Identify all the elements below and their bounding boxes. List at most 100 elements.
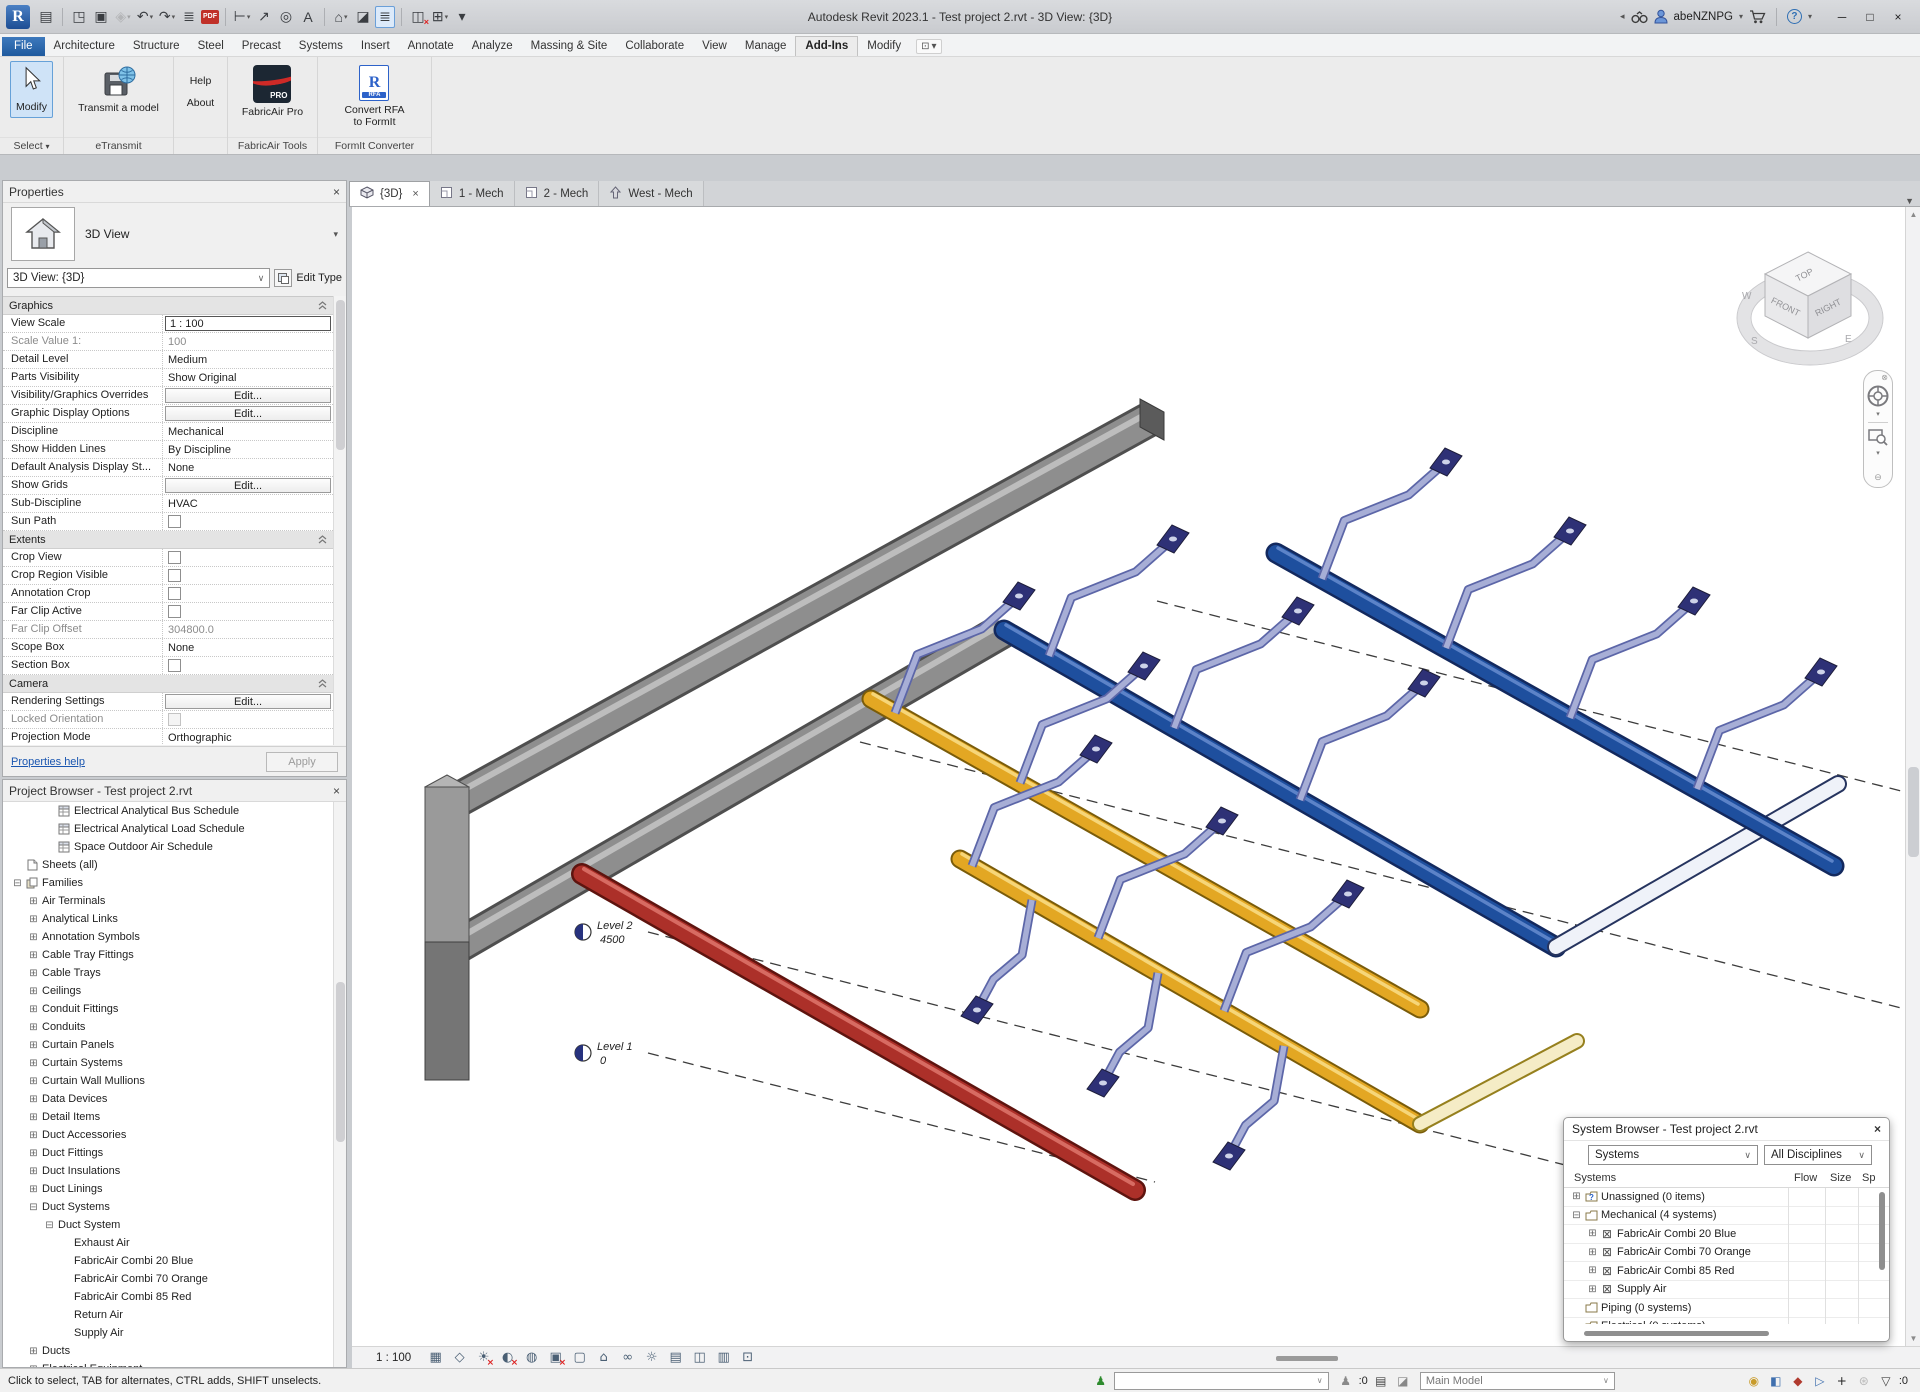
select-pinned-icon[interactable]: ▷ [1811,1374,1829,1388]
properties-close-icon[interactable]: × [333,185,340,199]
property-row[interactable]: Crop View [3,549,333,567]
view-tab-close-icon[interactable]: × [412,188,418,200]
reveal-hidden-elements-icon[interactable]: ☼ [641,1349,662,1367]
project-browser-scrollbar[interactable] [333,802,346,1367]
tree-expander-icon[interactable]: ⊞ [27,896,40,907]
checkbox[interactable] [168,551,181,564]
property-row[interactable]: Show Hidden LinesBy Discipline [3,441,333,459]
property-value[interactable]: Edit... [163,477,333,494]
tree-item[interactable]: FabricAir Combi 20 Blue [3,1252,333,1270]
ribbon-tab-annotate[interactable]: Annotate [399,37,463,56]
view-type-dropdown[interactable]: 3D View: {3D} ∨ [7,268,270,288]
property-row[interactable]: Default Analysis Display St...None [3,459,333,477]
system-browser-hscroll-thumb[interactable] [1584,1331,1769,1336]
tree-expander-icon[interactable]: ⊞ [27,1004,40,1015]
editable-only-icon[interactable]: ◉ [1745,1374,1763,1388]
property-value[interactable] [163,549,333,566]
snaps-icon[interactable]: ⊛ [1855,1374,1873,1388]
exclude-options-icon[interactable]: ◧ [1767,1374,1785,1388]
branch-duct[interactable] [1213,1046,1284,1170]
tree-expander-icon[interactable]: ⊞ [27,1184,40,1195]
property-row[interactable]: Detail LevelMedium [3,351,333,369]
section-icon[interactable]: ◪ [353,6,373,28]
property-value[interactable]: Edit... [163,387,333,404]
branch-ducts-and-diffusers[interactable] [895,448,1837,1170]
tree-expander-icon[interactable]: ⊞ [27,986,40,997]
panel-footer-etransmit[interactable]: eTransmit [64,137,173,154]
tree-item[interactable]: ⊞Duct Linings [3,1180,333,1198]
properties-section-header[interactable]: Graphics [3,297,333,315]
property-value[interactable]: Mechanical [163,423,333,440]
branch-duct[interactable] [1300,669,1440,800]
tree-expander-icon[interactable]: ⊟ [1570,1210,1583,1221]
tree-item[interactable]: Supply Air [3,1324,333,1342]
system-tree-item[interactable]: ⊟Mechanical (4 systems) [1564,1207,1889,1226]
tree-item[interactable]: FabricAir Combi 85 Red [3,1288,333,1306]
detail-level-icon[interactable]: ▦ [425,1349,446,1367]
branch-duct[interactable] [1446,517,1586,648]
tree-item[interactable]: ⊞Cable Tray Fittings [3,946,333,964]
ribbon-tab-structure[interactable]: Structure [124,37,189,56]
property-value[interactable]: Edit... [163,693,333,710]
show-crop-region-icon[interactable]: ▢ [569,1349,590,1367]
property-value[interactable] [163,711,333,728]
property-row[interactable]: Visibility/Graphics OverridesEdit... [3,387,333,405]
properties-section-header[interactable]: Extents [3,531,333,549]
project-browser-close-icon[interactable]: × [333,784,340,798]
pipe-fabricair-20-blue-run2[interactable] [1276,548,1834,866]
tree-item[interactable]: ⊞Duct Insulations [3,1162,333,1180]
ribbon-tab-analyze[interactable]: Analyze [463,37,522,56]
aligned-dimension-icon[interactable]: ⊢▾ [232,6,252,28]
properties-help-link[interactable]: Properties help [11,756,85,768]
property-value[interactable]: Orthographic [163,729,333,745]
tree-item[interactable]: ⊞Ducts [3,1342,333,1360]
view-tab-west-mech[interactable]: West - Mech [599,181,703,206]
user-avatar-icon[interactable] [1654,9,1668,24]
user-menu-caret-icon[interactable]: ▾ [1739,12,1743,21]
duct-riser-column[interactable] [425,775,469,1080]
tile-views-icon[interactable]: ⊞▾ [430,6,450,28]
tree-expander-icon[interactable]: ⊞ [1586,1284,1599,1295]
system-tree-item[interactable]: Electrical (0 systems) [1564,1318,1889,1325]
tree-item[interactable]: Exhaust Air [3,1234,333,1252]
help-menu-caret-icon[interactable]: ▾ [1808,12,1812,21]
column-header-sp[interactable]: Sp [1862,1172,1875,1184]
customize-qat-icon[interactable]: ▾ [452,6,472,28]
crop-view-off-icon[interactable]: ▣× [545,1349,566,1367]
measure-icon[interactable]: ↗ [254,6,274,28]
property-row[interactable]: Graphic Display OptionsEdit... [3,405,333,423]
checkbox[interactable] [168,587,181,600]
ribbon-tab-modify[interactable]: Modify [858,37,910,56]
tree-item[interactable]: ⊟Families [3,874,333,892]
tree-item[interactable]: ⊞Annotation Symbols [3,928,333,946]
collapse-toolbar-icon[interactable]: ◂ [1620,11,1625,22]
editing-requests-icon[interactable]: ♟ [1337,1374,1355,1388]
system-tree-item[interactable]: ⊞⊠Supply Air [1564,1281,1889,1300]
checkbox[interactable] [168,569,181,582]
tree-item[interactable]: ⊞Electrical Equipment [3,1360,333,1367]
tree-item[interactable]: ⊞Air Terminals [3,892,333,910]
property-value[interactable]: Edit... [163,405,333,422]
text-icon[interactable]: A [298,6,318,28]
properties-header[interactable]: Properties × [3,181,346,203]
ribbon-tab-file[interactable]: File [2,37,45,56]
branch-duct[interactable] [1049,525,1189,656]
edit-button[interactable]: Edit... [165,388,331,403]
ribbon-tab-systems[interactable]: Systems [290,37,352,56]
property-value[interactable] [163,657,333,674]
edit-button[interactable]: Edit... [165,406,331,421]
undo-icon[interactable]: ↶▾ [135,6,155,28]
panel-footer-fabricair-tools[interactable]: FabricAir Tools [228,137,317,154]
ribbon-tab-insert[interactable]: Insert [352,37,399,56]
tree-item[interactable]: Space Outdoor Air Schedule [3,838,333,856]
active-workset-dropdown[interactable]: ∨ [1114,1372,1329,1390]
view-tab-1-mech[interactable]: 1 - Mech [430,181,515,206]
property-value[interactable]: None [163,639,333,656]
tree-item[interactable]: ⊞Analytical Links [3,910,333,928]
unlocked-3d-view-icon[interactable]: ⌂ [593,1349,614,1367]
shadows-off-icon[interactable]: ◐× [497,1349,518,1367]
tree-expander-icon[interactable]: ⊞ [27,1148,40,1159]
property-row[interactable]: Section Box [3,657,333,675]
branch-duct[interactable] [1570,587,1710,718]
tree-expander-icon[interactable]: ⊞ [27,1076,40,1087]
